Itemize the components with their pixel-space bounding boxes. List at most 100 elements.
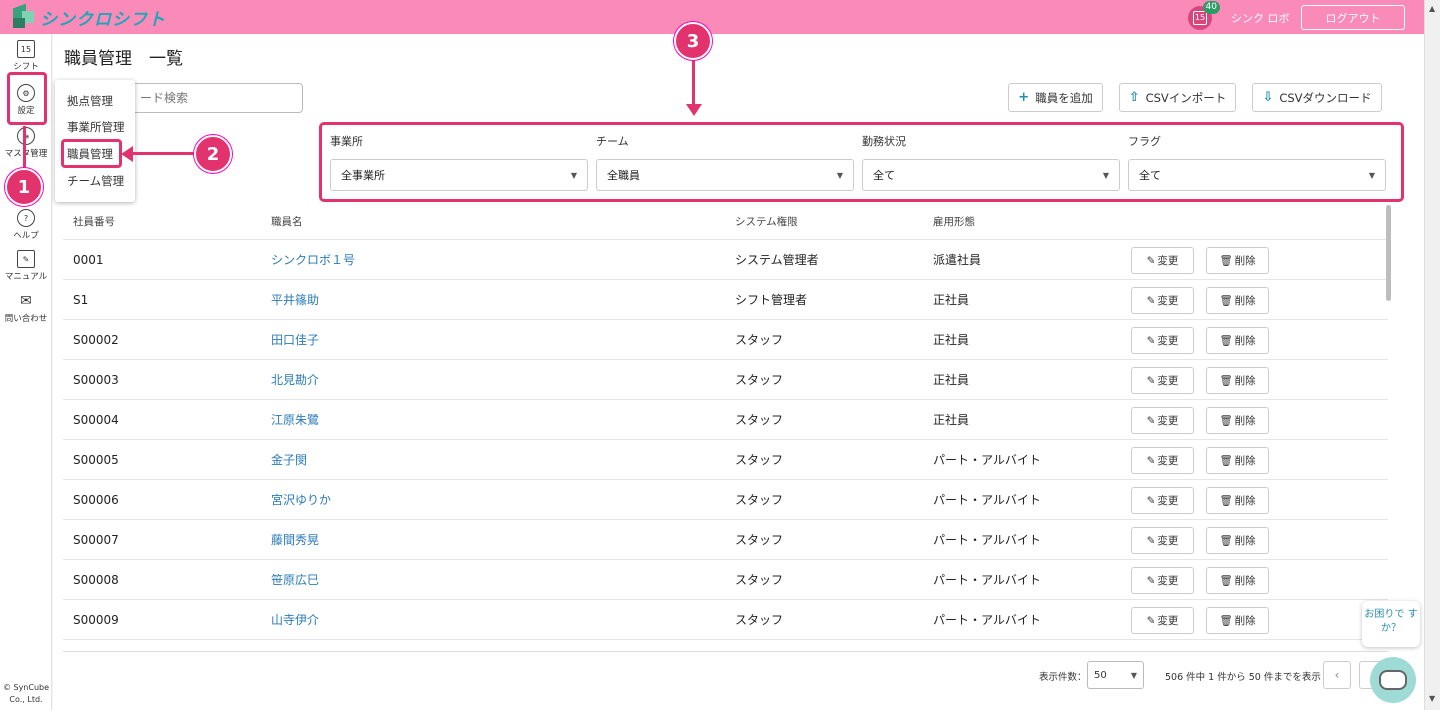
edit-button[interactable]: ✎ 変更 xyxy=(1131,607,1194,634)
scroll-down-icon[interactable]: ▼ xyxy=(1429,694,1435,703)
help-icon: ? xyxy=(17,209,35,227)
edit-button[interactable]: ✎ 変更 xyxy=(1131,407,1194,434)
notification-calendar-icon[interactable]: 15 40 xyxy=(1188,1,1220,30)
delete-button[interactable]: 🗑 削除 xyxy=(1206,247,1269,274)
table-row: S00003 北見勘介 スタッフ 正社員 ✎ 変更 🗑 削除 xyxy=(63,360,1388,400)
scroll-thumb[interactable] xyxy=(1386,205,1391,301)
delete-button[interactable]: 🗑 削除 xyxy=(1206,287,1269,314)
staff-name-link[interactable]: 江原朱鷺 xyxy=(271,400,319,439)
per-page-label: 表示件数： xyxy=(1039,672,1087,683)
trash-icon: 🗑 xyxy=(1219,375,1233,387)
edit-button[interactable]: ✎ 変更 xyxy=(1131,247,1194,274)
highlight-staff-menu xyxy=(61,139,122,168)
delete-button[interactable]: 🗑 削除 xyxy=(1206,527,1269,554)
add-staff-button[interactable]: + 職員を追加 xyxy=(1008,83,1103,112)
copyright: © SynCube Co., Ltd. xyxy=(2,683,50,704)
per-page-select[interactable]: 50 ▼ xyxy=(1087,661,1144,689)
delete-button[interactable]: 🗑 削除 xyxy=(1206,607,1269,634)
prev-page-button[interactable]: ‹ xyxy=(1323,661,1351,689)
table-row: S00002 田口佳子 スタッフ 正社員 ✎ 変更 🗑 削除 xyxy=(63,320,1388,360)
staff-name-link[interactable]: 山寺伊介 xyxy=(271,600,319,639)
caret-down-icon: ▼ xyxy=(1368,170,1375,180)
pencil-icon: ✎ xyxy=(1146,294,1156,307)
staff-name-link[interactable]: 金子閔 xyxy=(271,440,307,479)
pagination-footer: 表示件数： 50▼ 506 件中 1 件から 50 件までを表示 ‹ › xyxy=(63,651,1388,697)
logo[interactable]: シンクロシフト xyxy=(10,3,166,31)
staff-name-link[interactable]: シンクロボ１号 xyxy=(271,240,355,279)
edit-button[interactable]: ✎ 変更 xyxy=(1131,287,1194,314)
delete-button[interactable]: 🗑 削除 xyxy=(1206,327,1269,354)
staff-employment: パート・アルバイト xyxy=(933,613,1041,627)
staff-id: S00004 xyxy=(73,412,119,427)
staff-employment: 正社員 xyxy=(933,373,970,387)
scroll-up-icon[interactable]: ▲ xyxy=(1429,4,1435,13)
staff-name-link[interactable]: 平井篠助 xyxy=(271,280,319,319)
office-select[interactable]: 全事業所 ▼ xyxy=(330,159,588,191)
staff-employment: パート・アルバイト xyxy=(933,573,1041,587)
page-scrollbar[interactable]: ▲ ▼ xyxy=(1424,0,1440,710)
menu-item-base[interactable]: 拠点管理 xyxy=(67,93,113,109)
trash-icon: 🗑 xyxy=(1219,415,1233,427)
help-bot-icon[interactable] xyxy=(1370,657,1416,703)
search-input[interactable] xyxy=(115,83,303,113)
trash-icon: 🗑 xyxy=(1219,335,1233,347)
edit-button[interactable]: ✎ 変更 xyxy=(1131,527,1194,554)
delete-button[interactable]: 🗑 削除 xyxy=(1206,367,1269,394)
annotation-number-1: 1 xyxy=(5,168,43,206)
help-bubble[interactable]: お困りで すか？ xyxy=(1362,601,1420,647)
staff-name-link[interactable]: 北見勘介 xyxy=(271,360,319,399)
table-header: 社員番号 職員名 システム権限 雇用形態 xyxy=(63,204,1388,240)
trash-icon: 🗑 xyxy=(1219,535,1233,547)
caret-down-icon: ▼ xyxy=(570,170,577,180)
sidebar-item-manual[interactable]: ✎ マニュアル xyxy=(0,250,52,282)
edit-button[interactable]: ✎ 変更 xyxy=(1131,567,1194,594)
menu-item-office[interactable]: 事業所管理 xyxy=(67,119,125,135)
staff-name-link[interactable]: 藤間秀晃 xyxy=(271,520,319,559)
staff-id: S00006 xyxy=(73,492,119,507)
sidebar: 15 シフト ⚙ 設定 ≡ マスタ管理 ∞ ? ヘルプ ✎ マニュアル ✉ 問い… xyxy=(0,34,52,710)
sidebar-item-master[interactable]: ≡ マスタ管理 xyxy=(0,127,52,159)
team-select[interactable]: 全職員 ▼ xyxy=(596,159,854,191)
staff-role: スタッフ xyxy=(735,413,784,427)
edit-button[interactable]: ✎ 変更 xyxy=(1131,367,1194,394)
staff-name-link[interactable]: 笹原広巳 xyxy=(271,560,319,599)
staff-role: システム管理者 xyxy=(735,253,819,267)
delete-button[interactable]: 🗑 削除 xyxy=(1206,447,1269,474)
sidebar-item-contact[interactable]: ✉ 問い合わせ xyxy=(0,292,52,324)
staff-name-link[interactable]: 田口佳子 xyxy=(271,320,319,359)
edit-button[interactable]: ✎ 変更 xyxy=(1131,447,1194,474)
work-status-select[interactable]: 全て ▼ xyxy=(862,159,1120,191)
sidebar-item-help[interactable]: ? ヘルプ xyxy=(0,209,52,241)
delete-button[interactable]: 🗑 削除 xyxy=(1206,407,1269,434)
logo-cube-icon xyxy=(10,3,36,30)
staff-employment: 正社員 xyxy=(933,293,970,307)
filter-flag: フラグ 全て ▼ xyxy=(1128,133,1386,191)
staff-role: スタッフ xyxy=(735,533,784,547)
edit-button[interactable]: ✎ 変更 xyxy=(1131,487,1194,514)
staff-id: 0001 xyxy=(73,252,104,267)
staff-id: S00002 xyxy=(73,332,119,347)
staff-id: S00009 xyxy=(73,612,119,627)
staff-name-link[interactable]: 宮沢ゆりか xyxy=(271,480,331,519)
trash-icon: 🗑 xyxy=(1219,255,1233,267)
arrow-2-head-icon xyxy=(121,146,133,162)
logout-button[interactable]: ログアウト xyxy=(1301,5,1405,30)
csv-download-button[interactable]: ⇩ CSVダウンロード xyxy=(1252,83,1382,112)
delete-button[interactable]: 🗑 削除 xyxy=(1206,567,1269,594)
edit-button[interactable]: ✎ 変更 xyxy=(1131,327,1194,354)
sidebar-item-shift[interactable]: 15 シフト xyxy=(0,40,52,72)
plus-icon: + xyxy=(1018,90,1030,105)
staff-role: スタッフ xyxy=(735,333,784,347)
staff-employment: パート・アルバイト xyxy=(933,453,1041,467)
delete-button[interactable]: 🗑 削除 xyxy=(1206,487,1269,514)
pencil-icon: ✎ xyxy=(1146,414,1156,427)
trash-icon: 🗑 xyxy=(1219,455,1233,467)
arrow-2-line xyxy=(130,152,196,155)
csv-import-button[interactable]: ⇧ CSVインポート xyxy=(1119,83,1236,112)
flag-select[interactable]: 全て ▼ xyxy=(1128,159,1386,191)
pencil-icon: ✎ xyxy=(1146,254,1156,267)
filter-team: チーム 全職員 ▼ xyxy=(596,133,854,191)
pencil-icon: ✎ xyxy=(1146,454,1156,467)
caret-down-icon: ▼ xyxy=(1102,170,1109,180)
menu-item-team[interactable]: チーム管理 xyxy=(67,173,124,189)
